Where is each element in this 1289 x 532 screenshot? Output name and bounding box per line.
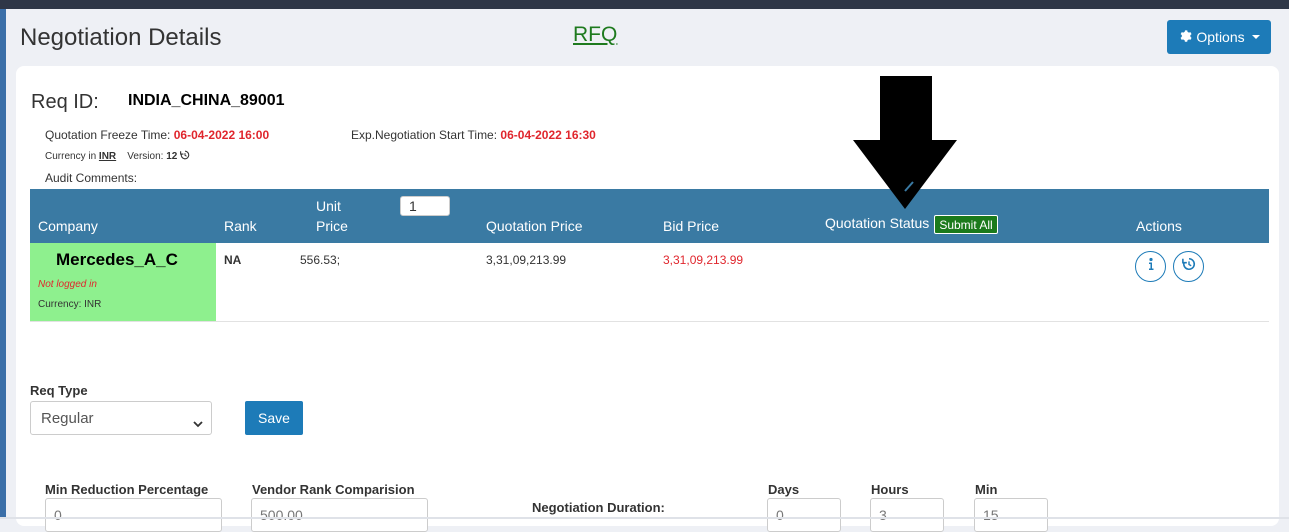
version-label: Version: [127, 151, 164, 162]
company-cell: Mercedes_A_C Not logged in Currency: INR [30, 243, 216, 321]
currency-version-line: Currency in INR Version: 12 [45, 150, 190, 162]
header-quotation-status: Quotation Status [825, 215, 930, 231]
grid-header: Company Rank Unit Price Quotation Price … [30, 189, 1269, 243]
header-price: Price [316, 218, 348, 234]
min-reduction-label: Min Reduction Percentage [45, 482, 209, 497]
negotiation-start-label: Exp.Negotiation Start Time: [351, 128, 498, 142]
audit-comments-label: Audit Comments: [45, 171, 138, 185]
freeze-time-label: Quotation Freeze Time: [45, 128, 171, 142]
row-divider [30, 321, 1269, 322]
freeze-time-line: Quotation Freeze Time: 06-04-2022 16:00 [45, 128, 269, 142]
bid-price-value: 3,31,09,213.99 [663, 253, 744, 267]
req-id-label: Req ID: [31, 91, 99, 113]
version-value: 12 [166, 151, 178, 162]
down-arrow-annotation [853, 76, 957, 209]
page-title: Negotiation Details [20, 24, 222, 51]
days-label: Days [768, 482, 800, 497]
quantity-input[interactable]: 1 [400, 196, 450, 216]
req-type-label: Req Type [30, 383, 88, 398]
currency-label: Currency in [45, 151, 97, 162]
rfq-link[interactable]: RFQ [573, 23, 617, 47]
freeze-time-value: 06-04-2022 16:00 [173, 128, 270, 142]
history-button[interactable] [1173, 251, 1204, 282]
negotiation-duration-label: Negotiation Duration: [532, 500, 665, 515]
min-reduction-input[interactable]: 0 [45, 498, 222, 532]
days-input[interactable]: 0 [767, 498, 841, 532]
top-bar [0, 0, 1289, 9]
currency-value: INR [98, 151, 117, 162]
header-actions: Actions [1136, 218, 1182, 234]
gear-icon [1178, 29, 1192, 46]
options-button[interactable]: Options [1167, 20, 1271, 54]
info-button[interactable] [1135, 251, 1166, 282]
options-label: Options [1196, 29, 1245, 45]
caret-down-icon [1251, 35, 1260, 39]
min-label: Min [975, 482, 998, 497]
header-company: Company [38, 218, 98, 234]
history-icon [1181, 257, 1196, 276]
left-accent-bar [0, 9, 6, 519]
header-bid-price: Bid Price [663, 218, 720, 234]
company-currency: Currency: INR [38, 299, 102, 310]
login-status: Not logged in [38, 279, 97, 290]
vendor-rank-label: Vendor Rank Comparision [252, 482, 415, 497]
req-id-value: INDIA_CHINA_89001 [128, 92, 285, 109]
hours-input[interactable]: 3 [870, 498, 944, 532]
submit-all-button[interactable]: Submit All [934, 215, 998, 234]
min-input[interactable]: 15 [974, 498, 1048, 532]
vendor-rank-input[interactable]: 500.00 [251, 498, 428, 532]
hours-label: Hours [871, 482, 909, 497]
chevron-down-icon [193, 415, 203, 432]
header-quotation-price: Quotation Price [486, 218, 583, 234]
save-button[interactable]: Save [245, 401, 303, 435]
header-unit: Unit [316, 198, 341, 214]
negotiation-start-value: 06-04-2022 16:30 [500, 128, 596, 142]
req-type-value: Regular [41, 410, 94, 427]
history-icon[interactable] [180, 150, 190, 162]
company-name: Mercedes_A_C [56, 250, 178, 269]
negotiation-start-line: Exp.Negotiation Start Time: 06-04-2022 1… [351, 128, 596, 142]
req-type-select[interactable]: Regular [30, 401, 212, 435]
unit-price-value: 556.53; [300, 253, 341, 267]
header-rank: Rank [224, 218, 257, 234]
rank-value: NA [224, 253, 242, 267]
info-icon [1145, 257, 1157, 276]
quotation-price-value: 3,31,09,213.99 [486, 253, 567, 267]
